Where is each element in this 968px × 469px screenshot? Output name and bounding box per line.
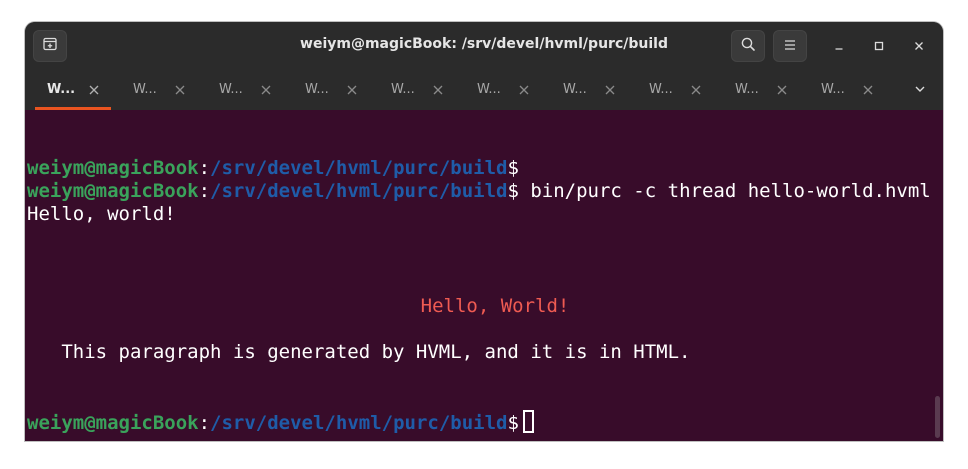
prompt-separator: : <box>198 412 211 434</box>
terminal-window: weiym@magicBook: /srv/devel/hvml/purc/bu… <box>25 22 943 441</box>
terminal-line: weiym@magicBook:/srv/devel/hvml/purc/bui… <box>27 157 519 180</box>
search-icon <box>740 36 756 56</box>
prompt-path: /srv/devel/hvml/purc/build <box>210 157 508 179</box>
tab[interactable]: W... <box>25 70 111 110</box>
text-cursor <box>522 410 534 433</box>
prompt-user: weiym@magicBook <box>27 180 199 202</box>
tab-label: W... <box>649 82 673 97</box>
close-tab-icon[interactable] <box>173 82 187 96</box>
close-tab-icon[interactable] <box>431 82 445 96</box>
terminal-output[interactable]: weiym@magicBook:/srv/devel/hvml/purc/bui… <box>25 110 943 441</box>
tab-label: W... <box>305 82 329 97</box>
tab-label: W... <box>219 82 243 97</box>
close-tab-icon[interactable] <box>87 82 101 96</box>
headerbar: weiym@magicBook: /srv/devel/hvml/purc/bu… <box>25 22 943 70</box>
prompt-path: /srv/devel/hvml/purc/build <box>210 412 508 434</box>
tab-label: W... <box>563 82 587 97</box>
tab-bar: W... W... W... W... W... W... W... W... … <box>25 70 943 110</box>
tab[interactable]: W... <box>111 70 197 110</box>
tab[interactable]: W... <box>283 70 369 110</box>
prompt-user: weiym@magicBook <box>27 412 199 434</box>
close-tab-icon[interactable] <box>345 82 359 96</box>
tab-label: W... <box>391 82 415 97</box>
tab-label: W... <box>821 82 845 97</box>
maximize-icon <box>873 37 885 56</box>
close-tab-icon[interactable] <box>689 82 703 96</box>
tab-label: W... <box>735 82 759 97</box>
prompt-symbol: $ <box>507 180 519 202</box>
new-tab-icon <box>42 36 58 56</box>
menu-button[interactable] <box>773 30 807 62</box>
tab[interactable]: W... <box>713 70 799 110</box>
tab[interactable]: W... <box>541 70 627 110</box>
hamburger-menu-icon <box>783 37 797 56</box>
tab-label: W... <box>47 82 76 97</box>
close-icon <box>913 37 925 56</box>
tab[interactable]: W... <box>799 70 885 110</box>
minimize-button[interactable] <box>827 34 851 58</box>
command-text: bin/purc -c thread hello-world.hvml <box>518 180 931 202</box>
prompt-separator: : <box>198 157 211 179</box>
tab[interactable]: W... <box>369 70 455 110</box>
tab-label: W... <box>133 82 157 97</box>
close-tab-icon[interactable] <box>603 82 617 96</box>
maximize-button[interactable] <box>867 34 891 58</box>
terminal-line: weiym@magicBook:/srv/devel/hvml/purc/bui… <box>27 180 931 203</box>
tab-label: W... <box>477 82 501 97</box>
close-button[interactable] <box>907 34 931 58</box>
close-tab-icon[interactable] <box>517 82 531 96</box>
minimize-icon <box>833 37 845 56</box>
close-tab-icon[interactable] <box>775 82 789 96</box>
prompt-symbol: $ <box>507 157 519 179</box>
output-heading: Hello, World! <box>420 295 570 317</box>
tab[interactable]: W... <box>455 70 541 110</box>
prompt-user: weiym@magicBook <box>27 157 199 179</box>
tab[interactable]: W... <box>627 70 713 110</box>
search-button[interactable] <box>731 30 765 62</box>
scrollbar[interactable] <box>935 396 940 438</box>
prompt-path: /srv/devel/hvml/purc/build <box>210 180 508 202</box>
prompt-separator: : <box>198 180 211 202</box>
chevron-down-icon <box>913 81 927 100</box>
output-line: Hello, world! <box>27 203 176 225</box>
output-paragraph: This paragraph is generated by HVML, and… <box>27 341 691 363</box>
terminal-line: weiym@magicBook:/srv/devel/hvml/purc/bui… <box>27 410 534 435</box>
prompt-symbol: $ <box>507 412 519 434</box>
close-tab-icon[interactable] <box>861 82 875 96</box>
new-tab-button[interactable] <box>33 30 67 62</box>
tab-overflow-button[interactable] <box>909 80 931 100</box>
tab[interactable]: W... <box>197 70 283 110</box>
close-tab-icon[interactable] <box>259 82 273 96</box>
